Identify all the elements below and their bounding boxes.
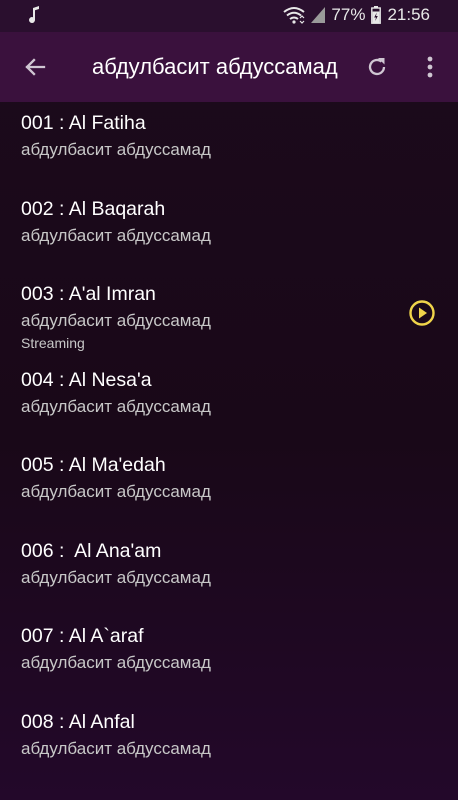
track-artist: абдулбасит абдуссамад <box>21 738 211 758</box>
list-item[interactable]: 008 : Al Anfal абдулбасит абдуссамад <box>0 701 458 787</box>
back-button[interactable] <box>18 50 52 84</box>
track-artist: абдулбасит абдуссамад <box>21 225 211 245</box>
track-title: 004 : Al Nesa'a <box>21 368 152 391</box>
list-item[interactable]: 006 : Al Ana'am абдулбасит абдуссамад <box>0 530 458 616</box>
track-title: 006 : Al Ana'am <box>21 539 162 562</box>
track-artist: абдулбасит абдуссамад <box>21 140 211 159</box>
track-artist: абдулбасит абдуссамад <box>21 653 211 672</box>
wifi-icon <box>283 6 306 24</box>
list-item[interactable]: 003 : A'al Imran абдулбасит абдуссамад S… <box>0 273 458 359</box>
track-artist: абдулбасит абдуссамад <box>21 311 211 330</box>
play-icon[interactable] <box>408 299 436 327</box>
list-item[interactable]: 002 : Al Baqarah абдулбасит абдуссамад <box>0 188 458 274</box>
track-title: 001 : Al Fatiha <box>21 112 146 134</box>
track-title: 008 : Al Anfal <box>21 710 135 733</box>
track-title: 002 : Al Baqarah <box>21 197 166 220</box>
more-options-button[interactable] <box>418 50 442 84</box>
status-icons: 77% 21:56 <box>283 5 430 25</box>
list-item[interactable]: 004 : Al Nesa'a абдулбасит абдуссамад <box>0 359 458 445</box>
track-artist: абдулбасит абдуссамад <box>21 396 211 416</box>
streaming-status: Streaming <box>21 335 85 351</box>
track-title: 005 : Al Ma'edah <box>21 454 166 476</box>
page-title: абдулбасит абдуссамад <box>92 54 338 79</box>
more-vert-icon <box>427 56 433 78</box>
music-note-icon <box>28 6 42 29</box>
track-list: 001 : Al Fatiha абдулбасит абдуссамад 00… <box>0 102 458 786</box>
track-title: 007 : Al A`araf <box>21 625 144 647</box>
track-title: 003 : A'al Imran <box>21 283 156 305</box>
track-artist: абдулбасит абдуссамад <box>21 567 211 587</box>
track-artist: абдулбасит абдуссамад <box>21 482 211 501</box>
signal-icon <box>311 7 326 23</box>
list-item[interactable]: 005 : Al Ma'edah абдулбасит абдуссамад <box>0 444 458 530</box>
battery-percent: 77% <box>331 5 366 24</box>
refresh-icon <box>368 58 386 76</box>
arrow-back-icon <box>25 58 46 76</box>
refresh-button[interactable] <box>362 50 392 84</box>
app-bar: абдулбасит абдуссамад <box>0 32 458 102</box>
list-item[interactable]: 007 : Al A`araf абдулбасит абдуссамад <box>0 615 458 701</box>
list-item[interactable]: 001 : Al Fatiha абдулбасит абдуссамад <box>0 102 458 188</box>
status-bar: 77% 21:56 <box>0 0 458 32</box>
clock: 21:56 <box>387 5 430 24</box>
battery-icon <box>371 6 382 24</box>
